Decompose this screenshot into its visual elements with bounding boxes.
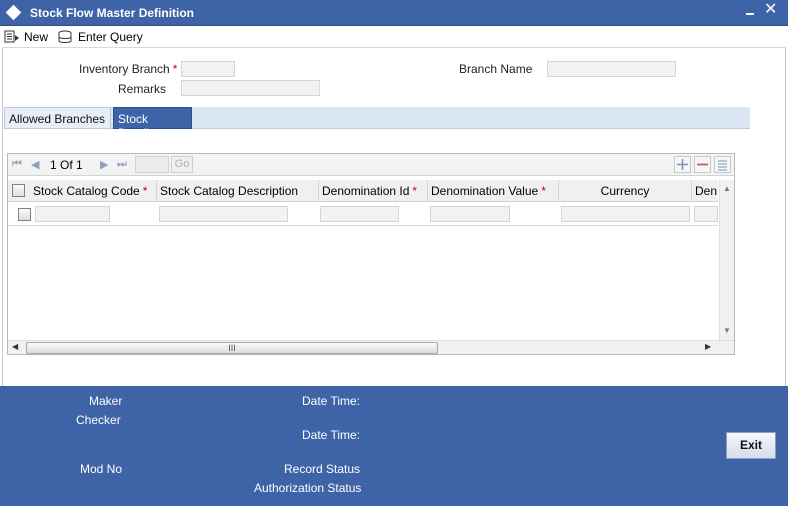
column-header-den[interactable]: Den	[692, 180, 718, 202]
grid-header-row: Stock Catalog Code * Stock Catalog Descri…	[8, 180, 718, 202]
exit-button[interactable]: Exit	[726, 432, 776, 459]
new-button[interactable]: New	[4, 28, 48, 46]
minimize-icon[interactable]	[744, 3, 756, 19]
checker-label: Checker	[76, 413, 121, 427]
mod-no-label: Mod No	[80, 462, 123, 476]
stock-catalog-code-cell[interactable]	[35, 206, 110, 222]
column-header-stock-catalog-description[interactable]: Stock Catalog Description	[157, 180, 319, 202]
select-all-checkbox[interactable]	[12, 184, 25, 197]
authorization-status-label: Authorization Status	[254, 481, 362, 495]
first-page-icon[interactable]: ⏮	[12, 158, 22, 171]
remarks-label: Remarks	[118, 82, 167, 96]
window-title-bar: Stock Flow Master Definition ✕	[0, 0, 788, 26]
page-indicator: 1 Of 1	[50, 158, 83, 172]
record-status-label: Record Status	[284, 462, 361, 476]
query-icon	[58, 30, 72, 43]
page-number-input[interactable]	[135, 156, 169, 173]
tab-strip: Allowed Branches Stock Details	[4, 107, 750, 140]
plus-icon	[677, 159, 688, 170]
enter-query-button[interactable]: Enter Query	[58, 28, 143, 46]
add-row-button[interactable]	[674, 156, 691, 173]
enter-query-button-label: Enter Query	[78, 30, 143, 44]
scroll-up-icon[interactable]: ▲	[723, 184, 731, 193]
horizontal-scrollbar[interactable]: ◀ III ▶	[8, 340, 734, 354]
branch-name-label: Branch Name	[459, 62, 533, 76]
grid-navigation-bar: ⏮ ◀ 1 Of 1 ▶ ⏭ Go	[8, 154, 734, 176]
column-header-denomination-value[interactable]: Denomination Value *	[428, 180, 559, 202]
den-cell[interactable]	[694, 206, 718, 222]
currency-cell[interactable]	[561, 206, 690, 222]
column-header-denomination-id[interactable]: Denomination Id *	[319, 180, 428, 202]
tab-allowed-branches[interactable]: Allowed Branches	[4, 107, 111, 129]
denomination-value-cell[interactable]	[430, 206, 510, 222]
maker-date-time-label: Date Time:	[302, 394, 361, 408]
stock-details-grid: ⏮ ◀ 1 Of 1 ▶ ⏭ Go Stock Catalog Code * S…	[7, 153, 735, 355]
checker-date-time-label: Date Time:	[302, 428, 361, 442]
denomination-id-cell[interactable]	[320, 206, 399, 222]
branch-name-field[interactable]	[547, 61, 676, 77]
single-record-view-button[interactable]	[714, 156, 731, 173]
tab-stock-details[interactable]: Stock Details	[113, 107, 192, 140]
scroll-down-icon[interactable]: ▼	[723, 326, 731, 335]
table-row	[8, 202, 718, 226]
inventory-branch-label: Inventory Branch *	[79, 62, 178, 76]
horizontal-scroll-thumb[interactable]: III	[26, 342, 438, 354]
last-page-icon[interactable]: ⏭	[117, 158, 127, 171]
remarks-field[interactable]	[181, 80, 320, 96]
maker-label: Maker	[89, 394, 123, 408]
delete-row-button[interactable]	[694, 156, 711, 173]
stock-catalog-description-cell[interactable]	[159, 206, 288, 222]
toolbar: New Enter Query	[2, 26, 786, 48]
scroll-left-icon[interactable]: ◀	[12, 342, 18, 351]
previous-page-icon[interactable]: ◀	[31, 158, 39, 171]
close-icon[interactable]: ✕	[764, 2, 777, 18]
minus-icon	[697, 163, 708, 166]
scroll-right-icon[interactable]: ▶	[705, 342, 711, 351]
required-marker: *	[172, 62, 178, 76]
inventory-branch-field[interactable]	[181, 61, 235, 77]
new-button-label: New	[24, 30, 49, 44]
go-button[interactable]: Go	[171, 156, 193, 173]
row-select-checkbox[interactable]	[18, 208, 31, 221]
new-document-icon	[4, 30, 19, 43]
window-title: Stock Flow Master Definition	[30, 6, 195, 20]
column-header-stock-catalog-code[interactable]: Stock Catalog Code *	[30, 180, 157, 202]
column-header-currency[interactable]: Currency	[559, 180, 692, 202]
app-diamond-icon	[5, 4, 22, 21]
list-view-icon	[718, 160, 727, 171]
next-page-icon[interactable]: ▶	[100, 158, 108, 171]
vertical-scrollbar[interactable]: ▲ ▼	[719, 180, 734, 340]
